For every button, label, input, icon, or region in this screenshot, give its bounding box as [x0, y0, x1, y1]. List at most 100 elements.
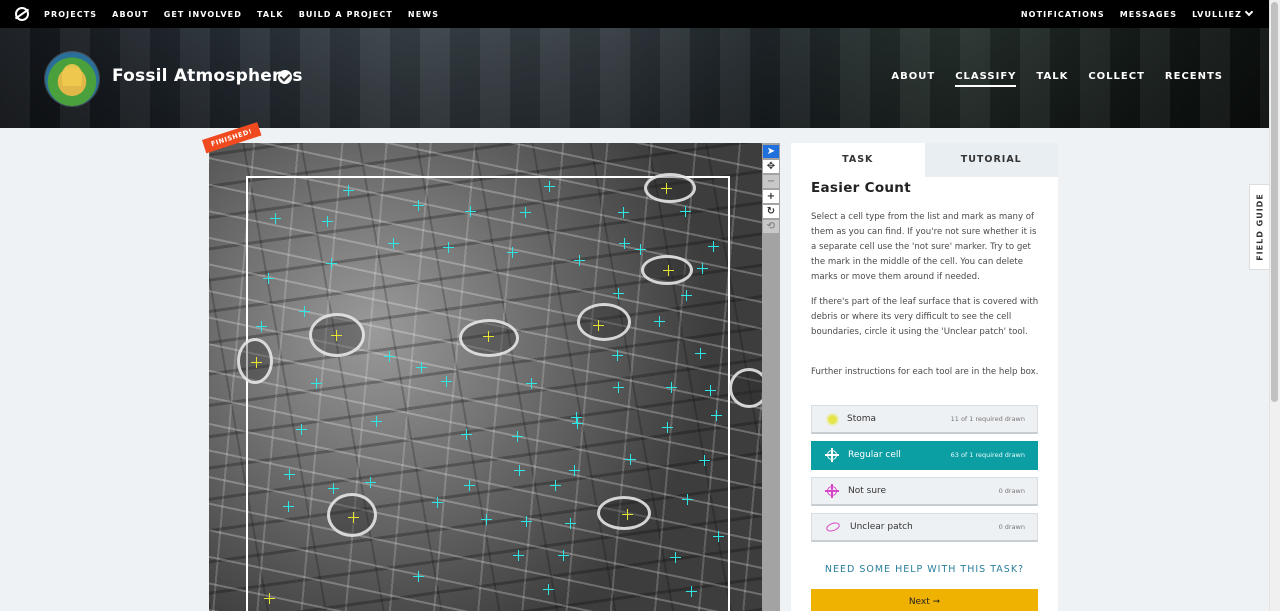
cell-mark-icon[interactable] [299, 306, 310, 317]
cell-mark-icon[interactable] [443, 242, 454, 253]
cell-mark-icon[interactable] [514, 465, 525, 476]
tool-stoma-button[interactable]: Stoma 11 of 1 required drawn [811, 405, 1038, 434]
nav-news[interactable]: NEWS [408, 10, 439, 19]
cell-mark-icon[interactable] [680, 206, 691, 217]
stoma-mark-icon[interactable] [264, 593, 275, 604]
project-avatar[interactable] [45, 52, 99, 106]
cell-mark-icon[interactable] [612, 350, 623, 361]
field-guide-tab[interactable]: FIELD GUIDE [1249, 184, 1269, 270]
nav-about[interactable]: ABOUT [112, 10, 149, 19]
cell-mark-icon[interactable] [270, 213, 281, 224]
project-nav-collect[interactable]: COLLECT [1088, 71, 1145, 87]
nav-talk[interactable]: TALK [257, 10, 284, 19]
cell-mark-icon[interactable] [521, 516, 532, 527]
user-menu[interactable]: LVULLIEZ [1192, 7, 1254, 19]
cell-mark-icon[interactable] [618, 207, 629, 218]
project-nav-talk[interactable]: TALK [1036, 71, 1068, 87]
cell-mark-icon[interactable] [311, 378, 322, 389]
zoom-in-icon[interactable]: + [763, 190, 779, 203]
stoma-mark-icon[interactable] [331, 330, 342, 341]
cell-mark-icon[interactable] [681, 290, 692, 301]
cell-mark-icon[interactable] [708, 241, 719, 252]
stoma-mark-icon[interactable] [661, 183, 672, 194]
task-help-link[interactable]: NEED SOME HELP WITH THIS TASK? [791, 564, 1058, 575]
cell-mark-icon[interactable] [284, 469, 295, 480]
cell-mark-icon[interactable] [713, 531, 724, 542]
nav-messages[interactable]: MESSAGES [1120, 10, 1177, 19]
cell-mark-icon[interactable] [256, 321, 267, 332]
nav-get-involved[interactable]: GET INVOLVED [164, 10, 242, 19]
tab-tutorial[interactable]: TUTORIAL [924, 143, 1058, 177]
cell-mark-icon[interactable] [432, 497, 443, 508]
cell-mark-icon[interactable] [613, 288, 624, 299]
cell-mark-icon[interactable] [699, 455, 710, 466]
tab-task[interactable]: TASK [791, 143, 925, 177]
cell-mark-icon[interactable] [416, 362, 427, 373]
cell-mark-icon[interactable] [670, 552, 681, 563]
page-scrollbar[interactable] [1269, 0, 1280, 611]
cell-mark-icon[interactable] [625, 454, 636, 465]
cell-mark-icon[interactable] [371, 416, 382, 427]
cell-mark-icon[interactable] [413, 571, 424, 582]
cell-mark-icon[interactable] [322, 216, 333, 227]
cell-mark-icon[interactable] [654, 316, 665, 327]
project-title[interactable]: Fossil Atmospheres [112, 66, 303, 86]
cell-mark-icon[interactable] [441, 376, 452, 387]
stoma-mark-icon[interactable] [593, 320, 604, 331]
cell-mark-icon[interactable] [507, 247, 518, 258]
subject-image[interactable] [209, 143, 762, 611]
cell-mark-icon[interactable] [513, 550, 524, 561]
cell-mark-icon[interactable] [365, 477, 376, 488]
cell-mark-icon[interactable] [666, 382, 677, 393]
project-nav-classify[interactable]: CLASSIFY [955, 71, 1017, 87]
cell-mark-icon[interactable] [635, 244, 646, 255]
stoma-mark-icon[interactable] [251, 357, 262, 368]
cell-mark-icon[interactable] [512, 431, 523, 442]
project-nav-recents[interactable]: RECENTS [1165, 71, 1223, 87]
cell-mark-icon[interactable] [558, 550, 569, 561]
nav-notifications[interactable]: NOTIFICATIONS [1021, 10, 1105, 19]
cell-mark-icon[interactable] [328, 483, 339, 494]
zoom-out-icon[interactable]: − [763, 175, 779, 188]
cell-mark-icon[interactable] [613, 382, 624, 393]
tool-not-sure-button[interactable]: Not sure 0 drawn [811, 477, 1038, 506]
cell-mark-icon[interactable] [682, 494, 693, 505]
cell-mark-icon[interactable] [464, 480, 475, 491]
reset-icon[interactable]: ⟲ [763, 220, 779, 233]
cell-mark-icon[interactable] [526, 378, 537, 389]
stoma-mark-icon[interactable] [663, 265, 674, 276]
tool-unclear-patch-button[interactable]: Unclear patch 0 drawn [811, 513, 1038, 542]
cell-mark-icon[interactable] [572, 418, 583, 429]
stoma-mark-icon[interactable] [348, 512, 359, 523]
next-button[interactable]: Next ➞ [811, 589, 1038, 611]
cell-mark-icon[interactable] [388, 238, 399, 249]
cell-mark-icon[interactable] [695, 348, 706, 359]
cell-mark-icon[interactable] [619, 238, 630, 249]
cell-mark-icon[interactable] [569, 465, 580, 476]
cell-mark-icon[interactable] [461, 429, 472, 440]
stoma-mark-icon[interactable] [622, 509, 633, 520]
cell-mark-icon[interactable] [326, 258, 337, 269]
pointer-icon[interactable]: ➤ [763, 145, 779, 158]
nav-projects[interactable]: PROJECTS [44, 10, 97, 19]
cell-mark-icon[interactable] [686, 586, 697, 597]
cell-mark-icon[interactable] [343, 185, 354, 196]
cell-mark-icon[interactable] [481, 514, 492, 525]
cell-mark-icon[interactable] [543, 584, 554, 595]
cell-mark-icon[interactable] [413, 200, 424, 211]
cell-mark-icon[interactable] [263, 273, 274, 284]
cell-mark-icon[interactable] [711, 410, 722, 421]
scrollbar-thumb[interactable] [1271, 2, 1278, 402]
rotate-icon[interactable]: ↻ [763, 205, 779, 218]
project-nav-about[interactable]: ABOUT [891, 71, 935, 87]
zooniverse-logo-icon[interactable] [15, 7, 29, 21]
tool-regular-cell-button[interactable]: Regular cell 63 of 1 required drawn [811, 441, 1038, 470]
cell-mark-icon[interactable] [697, 263, 708, 274]
cell-mark-icon[interactable] [465, 206, 476, 217]
nav-build-a-project[interactable]: BUILD A PROJECT [299, 10, 393, 19]
cell-mark-icon[interactable] [705, 385, 716, 396]
cell-mark-icon[interactable] [544, 181, 555, 192]
cell-mark-icon[interactable] [520, 207, 531, 218]
cell-mark-icon[interactable] [550, 480, 561, 491]
cell-mark-icon[interactable] [662, 422, 673, 433]
